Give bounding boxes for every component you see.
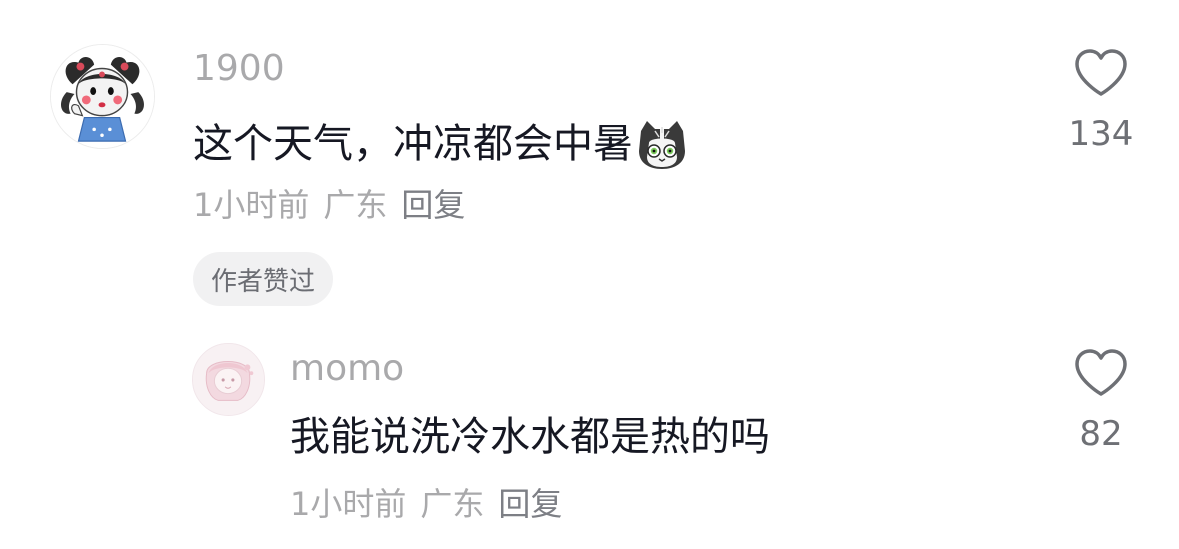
comment-location: 广东 [323,186,388,224]
like-count: 82 [1079,414,1123,454]
like-count: 134 [1068,114,1134,154]
heart-icon[interactable] [1073,48,1129,98]
reply-button[interactable]: 回复 [498,488,562,520]
comment-meta: 1小时前 广东 回复 [290,488,562,520]
comment-text: 我能说洗冷水水都是热的吗 [290,417,770,457]
author-liked-badge: 作者赞过 [193,252,334,306]
comment-username[interactable]: 1900 [193,51,285,87]
avatar[interactable] [192,343,265,416]
comment-username[interactable]: momo [290,351,404,387]
avatar[interactable] [50,44,155,149]
comment-location: 广东 [420,485,485,523]
cat-face-emoji-icon [635,117,689,171]
comment-time: 1小时前 [290,485,407,523]
comment-body: 我能说洗冷水水都是热的吗 [290,414,770,460]
comment-text: 这个天气，冲凉都会中暑 [193,117,689,171]
comment-time: 1小时前 [193,186,310,224]
reply-button[interactable]: 回复 [401,189,465,221]
comment-meta: 1小时前 广东 回复 [193,189,465,221]
comment-body: 这个天气，冲凉都会中暑 [193,121,633,167]
heart-icon[interactable] [1073,348,1129,398]
